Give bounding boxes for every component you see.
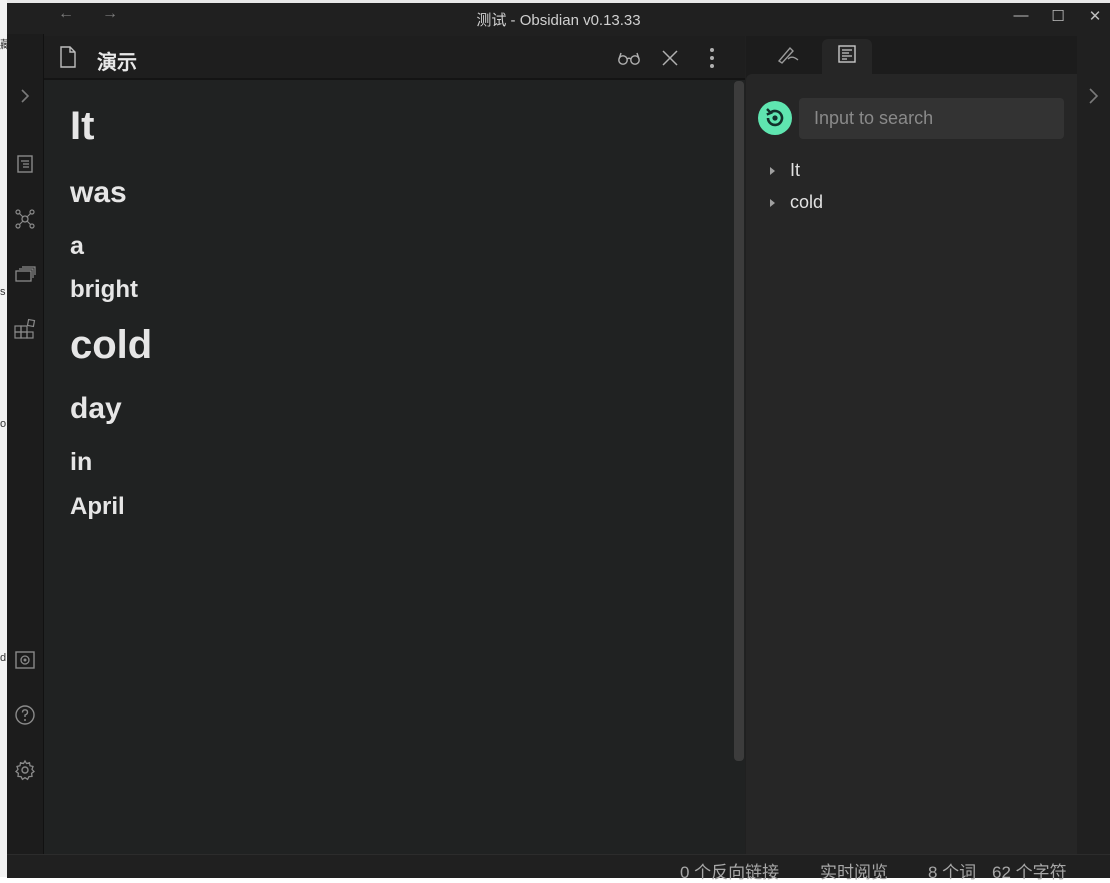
expand-triangle-icon[interactable] [770, 198, 775, 207]
collapse-right-icon[interactable] [1085, 85, 1103, 112]
help-icon[interactable] [13, 703, 37, 727]
outline-icon [837, 44, 857, 69]
maximize-button[interactable]: ☐ [1046, 7, 1070, 25]
view-title[interactable]: 演示 [97, 46, 137, 75]
heading-1: cold [70, 323, 153, 367]
status-bar: 0 个反向链接 实时阅览 8 个词 62 个字符 [7, 854, 1110, 882]
live-preview-status[interactable]: 实时阅览 [820, 858, 888, 883]
outline-item[interactable]: cold [770, 192, 823, 213]
heading-4: April [70, 493, 125, 520]
more-options-icon[interactable] [700, 46, 724, 70]
minimize-button[interactable]: — [1009, 7, 1033, 24]
char-count: 62 个字符 [992, 863, 1067, 882]
heading-2: day [70, 392, 122, 425]
heading-4: bright [70, 276, 138, 303]
file-explorer-icon[interactable] [13, 152, 37, 176]
outline-panel: It cold [746, 74, 1077, 854]
right-sidebar: It cold [746, 36, 1077, 854]
outline-item-label: It [790, 160, 801, 180]
close-icon[interactable] [658, 46, 682, 70]
reading-mode-glasses-icon[interactable] [617, 46, 641, 70]
heading-1: It [70, 104, 95, 148]
background-window-strip: 藏 s o d [0, 0, 7, 877]
outline-item[interactable]: It [770, 160, 800, 181]
slides-icon[interactable] [13, 262, 37, 286]
outline-item-label: cold [790, 192, 824, 212]
document-icon [58, 46, 78, 73]
plugins-grid-icon[interactable] [13, 318, 37, 342]
heading-3: in [70, 448, 93, 476]
close-window-button[interactable]: ✕ [1083, 7, 1107, 25]
graph-view-icon[interactable] [13, 207, 37, 231]
backlinks-count[interactable]: 0 个反向链接 [680, 858, 779, 883]
heading-2: was [70, 176, 127, 209]
obsidian-window: ← → 测试 - Obsidian v0.13.33 — ☐ ✕ 演示 It w… [7, 3, 1110, 882]
expand-triangle-icon[interactable] [770, 166, 775, 175]
pen-icon[interactable] [776, 44, 800, 69]
view-header: 演示 [44, 36, 745, 80]
editor-scrollbar[interactable] [734, 81, 744, 761]
window-title: 测试 - Obsidian v0.13.33 [476, 12, 641, 29]
settings-icon[interactable] [13, 758, 37, 782]
title-bar: ← → 测试 - Obsidian v0.13.33 — ☐ ✕ [7, 3, 1110, 34]
editor-pane: 演示 It was a bright cold day in April [44, 36, 745, 854]
outline-search-input[interactable] [799, 98, 1064, 139]
reset-icon[interactable] [758, 101, 792, 135]
heading-3: a [70, 232, 84, 260]
left-ribbon [7, 34, 44, 854]
collapse-left-icon[interactable] [13, 84, 37, 108]
outline-tab[interactable] [822, 39, 872, 74]
vault-icon[interactable] [13, 648, 37, 672]
word-count: 8 个词 [928, 863, 977, 882]
